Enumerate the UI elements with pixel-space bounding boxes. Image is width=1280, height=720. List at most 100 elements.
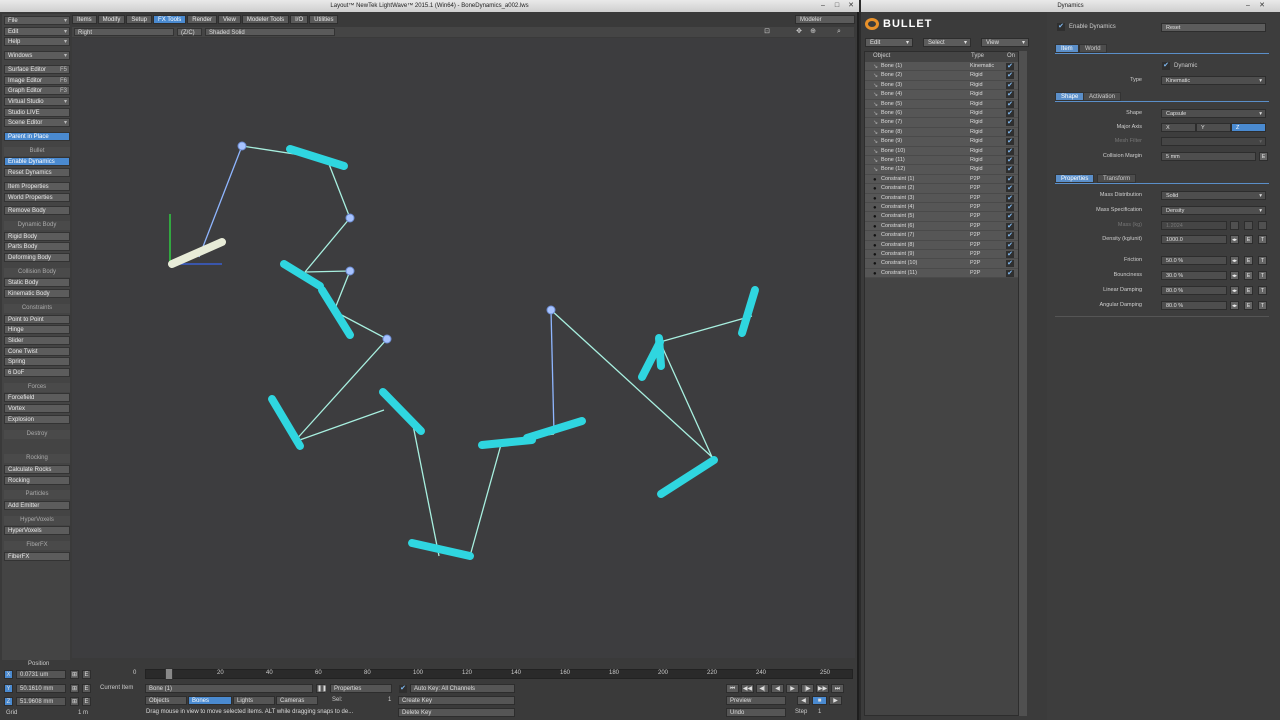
preview-select[interactable]: Preview — [726, 696, 786, 705]
bone-row[interactable]: ↘ Bone (5) Rigid ✔ — [865, 99, 1018, 109]
tab-modeler-tools[interactable]: Modeler Tools — [241, 15, 290, 24]
auto-key-checkbox[interactable]: ✔ — [399, 685, 407, 693]
first-frame-icon[interactable]: ⏮ — [726, 684, 739, 693]
density-t-button[interactable]: T — [1258, 235, 1267, 244]
dyn-minimize-button[interactable]: – — [1243, 1, 1253, 10]
bone-row[interactable]: ↘ Bone (1) Kinematic ✔ — [865, 62, 1018, 72]
object-on-checkbox[interactable]: ✔ — [1006, 260, 1014, 268]
object-on-checkbox[interactable]: ✔ — [1006, 91, 1014, 99]
bounciness-e-button[interactable]: E — [1244, 271, 1253, 280]
z-position-input[interactable]: 51.9608 mm — [16, 697, 66, 706]
object-on-checkbox[interactable]: ✔ — [1006, 194, 1014, 202]
constraint-row[interactable]: ● Constraint (1) P2P ✔ — [865, 174, 1018, 185]
pause-icon[interactable]: ❚❚ — [316, 684, 327, 693]
tab-io[interactable]: I/O — [290, 15, 309, 24]
friction-e-button[interactable]: E — [1244, 256, 1253, 265]
density-stepper[interactable]: ◂▸ — [1230, 235, 1239, 244]
object-on-checkbox[interactable]: ✔ — [1006, 138, 1014, 146]
col-object-header[interactable]: Object — [873, 52, 890, 61]
edit-menu[interactable]: Edit ▾ — [865, 38, 913, 47]
shading-select[interactable]: Shaded Solid — [205, 28, 335, 36]
angular-damping-input[interactable]: 80.0 % — [1161, 301, 1227, 310]
sidebar-forcefield-button[interactable]: Forcefield — [4, 393, 70, 403]
sidebar-edit-button[interactable]: Edit ▾ — [4, 26, 70, 36]
view-menu[interactable]: View ▾ — [981, 38, 1029, 47]
tab-shape[interactable]: Shape — [1055, 92, 1085, 101]
object-on-checkbox[interactable]: ✔ — [1006, 100, 1014, 108]
next-frame-icon[interactable]: |▶ — [801, 684, 814, 693]
modeler-button[interactable]: Modeler — [795, 15, 855, 24]
sidebar-6-dof-button[interactable]: 6 DoF — [4, 368, 70, 377]
object-on-checkbox[interactable]: ✔ — [1006, 232, 1014, 240]
timeline-slider-handle[interactable] — [165, 668, 173, 680]
object-on-checkbox[interactable]: ✔ — [1006, 128, 1014, 136]
sidebar-item-properties-button[interactable]: Item Properties — [4, 181, 70, 191]
rotate-view-icon[interactable]: ⊕ — [808, 28, 818, 36]
sidebar-parent-in-place-button[interactable]: Parent in Place — [4, 132, 70, 141]
z-key-button[interactable]: ⊞ — [70, 697, 79, 706]
friction-t-button[interactable]: T — [1258, 256, 1267, 265]
sidebar-scene-editor-button[interactable]: Scene Editor ▾ — [4, 118, 70, 128]
object-on-checkbox[interactable]: ✔ — [1006, 72, 1014, 80]
sidebar-cone-twist-button[interactable]: Cone Twist — [4, 346, 70, 356]
density-e-button[interactable]: E — [1244, 235, 1253, 244]
sidebar-kinematic-body-button[interactable]: Kinematic Body — [4, 289, 70, 299]
object-on-checkbox[interactable]: ✔ — [1006, 185, 1014, 193]
bounciness-t-button[interactable]: T — [1258, 271, 1267, 280]
sidebar-image-editor-button[interactable]: Image Editor F6 — [4, 75, 70, 85]
sidebar-world-properties-button[interactable]: World Properties — [4, 192, 70, 202]
objects-button[interactable]: Objects — [145, 696, 187, 705]
friction-input[interactable]: 50.0 % — [1161, 256, 1227, 265]
bone-row[interactable]: ↘ Bone (7) Rigid ✔ — [865, 118, 1018, 128]
type-select[interactable]: Kinematic ▾ — [1161, 76, 1266, 85]
undo-button[interactable]: Undo — [726, 708, 786, 717]
current-item-select[interactable]: Bone (1) — [145, 684, 313, 693]
sidebar-static-body-button[interactable]: Static Body — [4, 278, 70, 288]
enable-dynamics-checkbox[interactable]: ✔ — [1057, 23, 1065, 31]
object-on-checkbox[interactable]: ✔ — [1006, 222, 1014, 230]
sidebar-slider-button[interactable]: Slider — [4, 335, 70, 345]
play-reverse-icon[interactable]: ◀ — [771, 684, 784, 693]
tab-view[interactable]: View — [217, 15, 241, 24]
linear-damping-input[interactable]: 80.0 % — [1161, 286, 1227, 295]
play-icon[interactable]: ▶ — [786, 684, 799, 693]
object-on-checkbox[interactable]: ✔ — [1006, 175, 1014, 183]
object-on-checkbox[interactable]: ✔ — [1006, 241, 1014, 249]
y-position-input[interactable]: 50.1610 mm — [16, 684, 66, 693]
z-axis-lock[interactable]: Z — [4, 697, 13, 706]
linear-damping-stepper[interactable]: ◂▸ — [1230, 286, 1239, 295]
sidebar-rocking-button[interactable]: Rocking — [4, 475, 70, 485]
next-key-icon[interactable]: ▶▶ — [816, 684, 829, 693]
constraint-row[interactable]: ● Constraint (10) P2P ✔ — [865, 259, 1018, 269]
stop-icon[interactable]: ■ — [812, 696, 827, 705]
object-on-checkbox[interactable]: ✔ — [1006, 166, 1014, 174]
sidebar-vortex-button[interactable]: Vortex — [4, 404, 70, 414]
x-position-input[interactable]: 0.0731 um — [16, 670, 66, 679]
sidebar-hinge-button[interactable]: Hinge — [4, 325, 70, 335]
mass-specification-select[interactable]: Density ▾ — [1161, 206, 1266, 215]
z-e-button[interactable]: E — [82, 697, 91, 706]
col-type-header[interactable]: Type — [971, 52, 984, 61]
constraint-row[interactable]: ● Constraint (6) P2P ✔ — [865, 221, 1018, 232]
tab-transform[interactable]: Transform — [1097, 174, 1137, 183]
tab-render[interactable]: Render — [187, 15, 217, 24]
tab-activation[interactable]: Activation — [1083, 92, 1122, 101]
close-button[interactable]: ✕ — [846, 1, 856, 10]
sidebar-spring-button[interactable]: Spring — [4, 357, 70, 367]
last-frame-icon[interactable]: ⏭ — [831, 684, 844, 693]
tab-utilities[interactable]: Utilities — [309, 15, 339, 24]
sidebar-parts-body-button[interactable]: Parts Body — [4, 242, 70, 252]
tab-properties[interactable]: Properties — [1055, 174, 1095, 183]
select-menu[interactable]: Select ▾ — [923, 38, 971, 47]
object-on-checkbox[interactable]: ✔ — [1006, 157, 1014, 164]
reset-button[interactable]: Reset — [1161, 23, 1266, 32]
density-input[interactable]: 1000.0 — [1161, 235, 1227, 244]
object-on-checkbox[interactable]: ✔ — [1006, 251, 1014, 258]
zoom-view-icon[interactable]: ⌕ — [834, 28, 844, 36]
bone-row[interactable]: ↘ Bone (9) Rigid ✔ — [865, 137, 1018, 147]
object-on-checkbox[interactable]: ✔ — [1006, 204, 1014, 211]
tab-items[interactable]: Items — [72, 15, 97, 24]
constraint-row[interactable]: ● Constraint (5) P2P ✔ — [865, 212, 1018, 222]
maximize-button[interactable]: □ — [832, 1, 842, 10]
y-e-button[interactable]: E — [82, 684, 91, 693]
